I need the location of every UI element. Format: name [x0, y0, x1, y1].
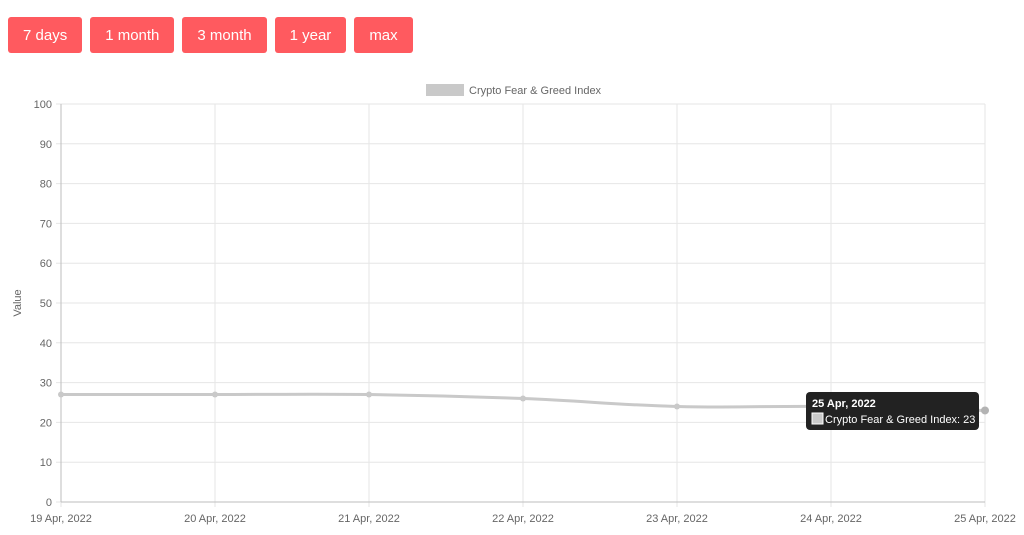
x-tick-label: 24 Apr, 2022: [800, 513, 862, 525]
chart-tooltip: 25 Apr, 2022 Crypto Fear & Greed Index: …: [806, 392, 979, 430]
x-tick-label: 23 Apr, 2022: [646, 513, 708, 525]
y-tick-label: 70: [40, 218, 52, 230]
x-tick-label: 25 Apr, 2022: [954, 513, 1016, 525]
data-point[interactable]: [58, 391, 64, 398]
legend-swatch: [426, 84, 464, 96]
data-point[interactable]: [981, 406, 989, 415]
y-tick-label: 40: [40, 338, 52, 350]
y-tick-label: 20: [40, 417, 52, 429]
tooltip-text: Crypto Fear & Greed Index: 23: [825, 414, 975, 426]
y-tick-label: 0: [46, 497, 52, 509]
data-point[interactable]: [366, 391, 372, 398]
fear-greed-chart: 0 10 20 30 40 50 60 70 80 90 100 19 Apr, 2022 20 Apr…: [12, 84, 1016, 525]
grid-layer: [56, 103, 986, 507]
tooltip-swatch: [811, 412, 824, 425]
x-tick-label: 22 Apr, 2022: [492, 513, 554, 525]
x-tick-label: 21 Apr, 2022: [338, 513, 400, 525]
tooltip-title: 25 Apr, 2022: [812, 398, 876, 410]
chart-legend[interactable]: Crypto Fear & Greed Index: [426, 84, 602, 97]
data-point[interactable]: [520, 395, 526, 402]
y-tick-label: 80: [40, 179, 52, 191]
legend-label: Crypto Fear & Greed Index: [469, 85, 602, 97]
data-point[interactable]: [674, 403, 680, 410]
y-tick-label: 90: [40, 139, 52, 151]
y-axis-title-group: Value: [12, 289, 24, 316]
x-tick-label: 20 Apr, 2022: [184, 513, 246, 525]
data-point[interactable]: [212, 391, 218, 398]
y-tick-label: 60: [40, 258, 52, 270]
y-tick-label: 30: [40, 378, 52, 390]
y-tick-label: 50: [40, 298, 52, 310]
y-tick-label: 10: [40, 457, 52, 469]
y-axis-title: Value: [12, 289, 24, 316]
x-tick-label: 19 Apr, 2022: [30, 513, 92, 525]
y-tick-label: 100: [34, 99, 52, 111]
